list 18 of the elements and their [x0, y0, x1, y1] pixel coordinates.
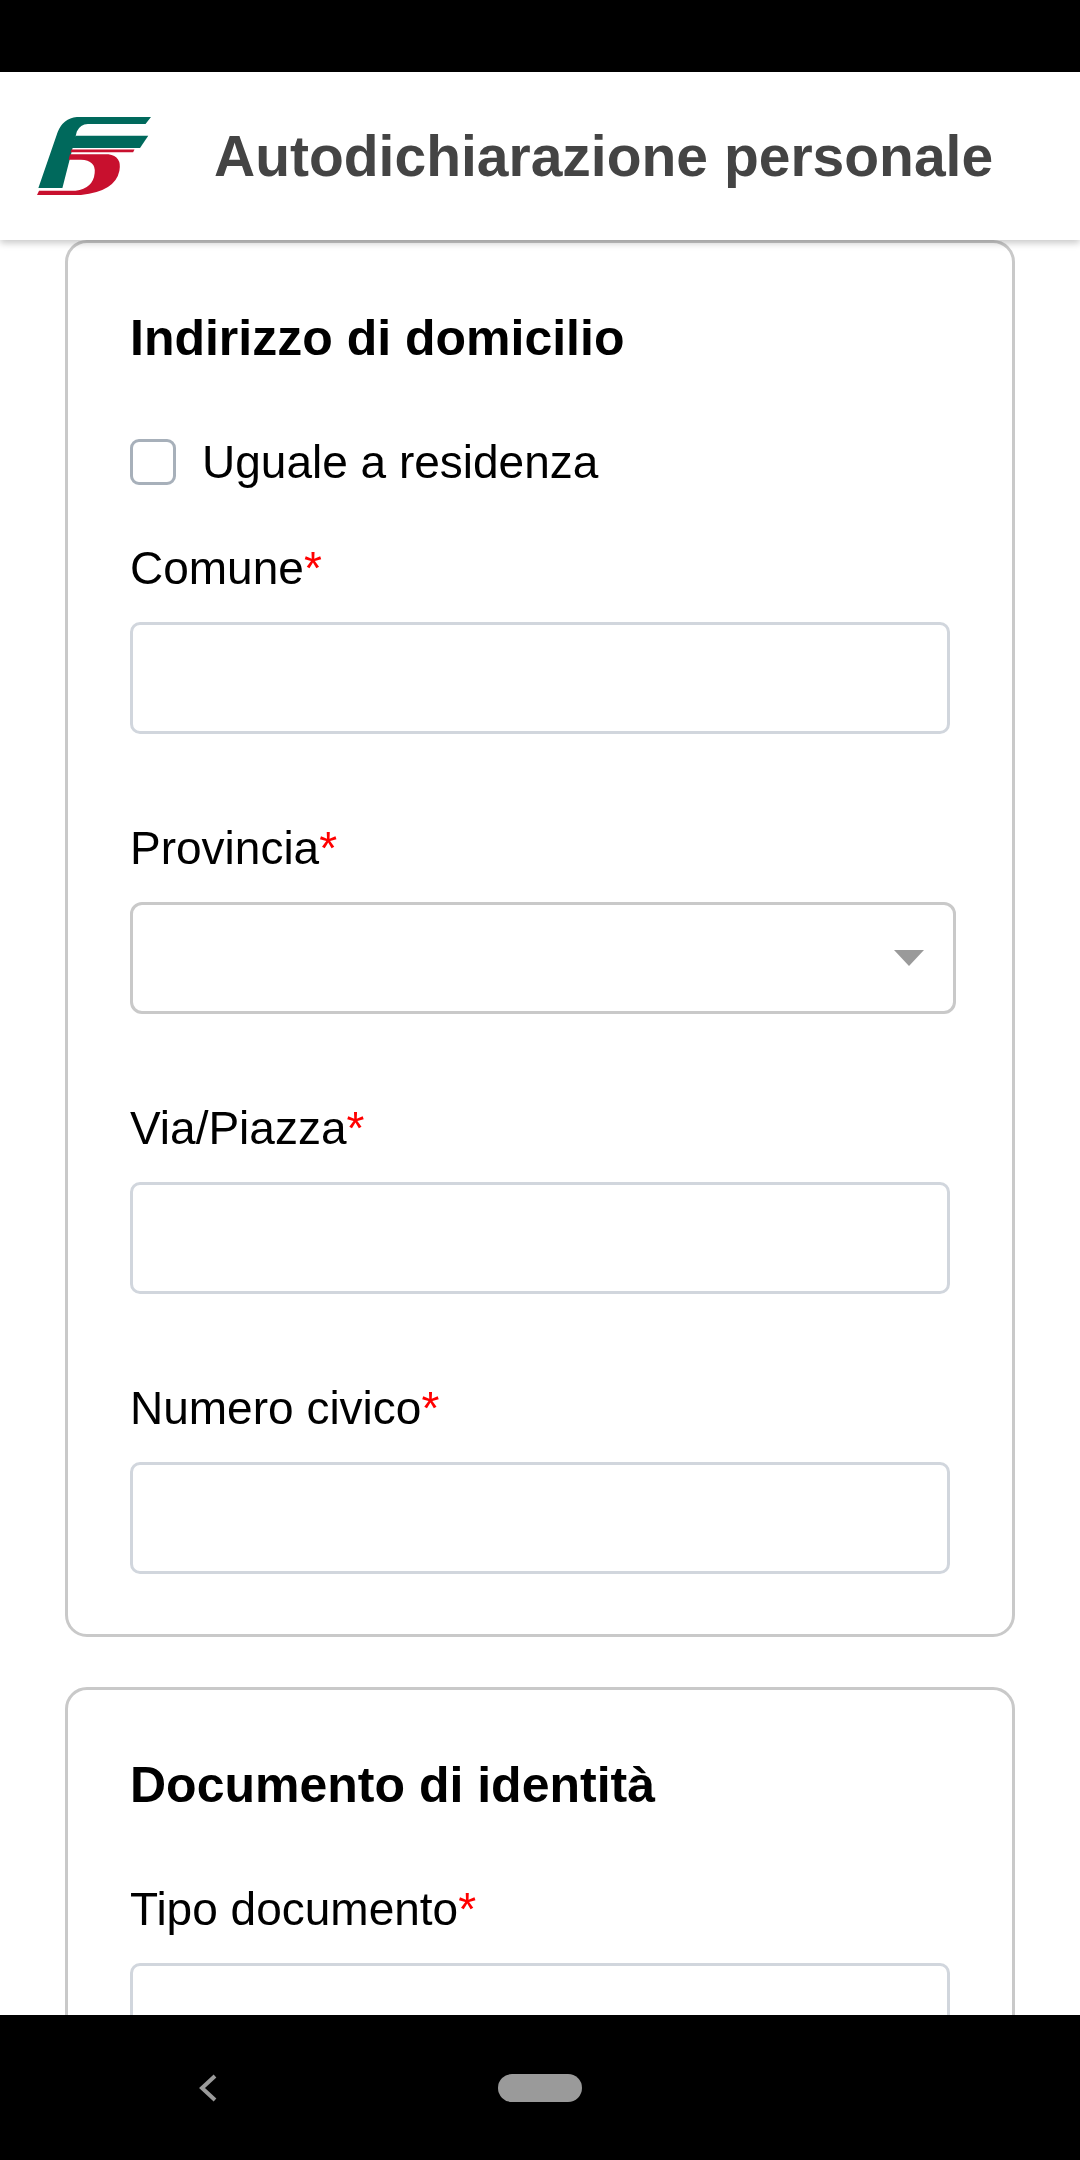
dropdown-field[interactable] — [130, 902, 956, 1014]
section-title: Documento di identità — [130, 1756, 657, 1815]
field-label: Provincia* — [130, 821, 339, 876]
back-icon[interactable] — [198, 2073, 218, 2102]
app-title: Autodichiarazione personale — [214, 123, 994, 189]
text-field[interactable] — [130, 1182, 950, 1294]
home-pill-icon[interactable] — [498, 2073, 582, 2102]
text-field[interactable] — [130, 1462, 950, 1574]
logo-icon — [37, 117, 151, 195]
field-label: Via/Piazza* — [130, 1101, 366, 1156]
caret-icon — [894, 950, 924, 966]
section-title: Indirizzo di domicilio — [130, 309, 626, 368]
field-label: Tipo documento* — [130, 1882, 478, 1937]
checkbox-label: Uguale a residenza — [202, 435, 599, 490]
field-label: Numero civico* — [130, 1381, 441, 1436]
field-label: Comune* — [130, 541, 323, 596]
checkbox[interactable] — [130, 439, 176, 485]
text-field[interactable] — [130, 622, 950, 734]
